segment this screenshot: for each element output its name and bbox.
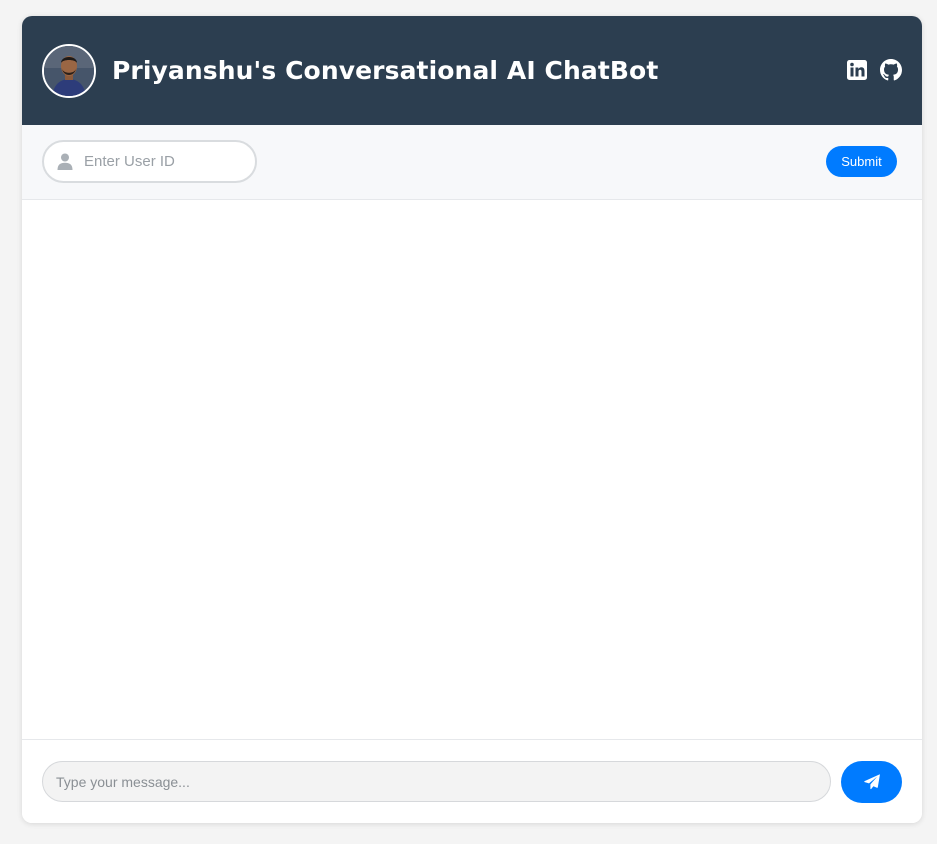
- avatar: [42, 43, 96, 98]
- chat-header: Priyanshu's Conversational AI ChatBot: [22, 16, 922, 125]
- page-title: Priyanshu's Conversational AI ChatBot: [112, 56, 659, 85]
- message-composer: [22, 740, 922, 823]
- send-button[interactable]: [841, 761, 902, 803]
- github-icon[interactable]: [880, 59, 902, 81]
- user-id-bar: Submit: [22, 125, 922, 200]
- chatbot-window: Priyanshu's Conversational AI ChatBot En…: [22, 16, 922, 823]
- message-input[interactable]: [42, 761, 831, 802]
- message-list: [22, 200, 922, 740]
- paper-plane-icon: [863, 774, 880, 790]
- social-links: [846, 59, 902, 81]
- user-id-field-wrapper: [42, 140, 257, 183]
- user-icon: [57, 153, 73, 170]
- linkedin-icon[interactable]: [846, 59, 868, 81]
- user-id-input[interactable]: [84, 142, 249, 181]
- submit-button[interactable]: Submit: [826, 146, 897, 177]
